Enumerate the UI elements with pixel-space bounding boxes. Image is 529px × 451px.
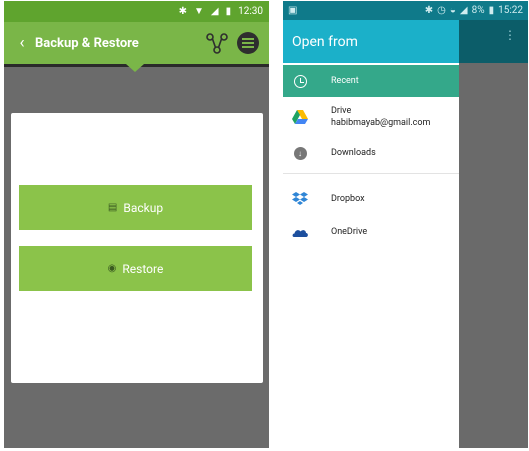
onedrive-icon [292, 230, 308, 237]
image-notification-icon: ▣ [288, 5, 298, 16]
backup-restore-screen: ✱ ▼ ◢ ▮ 12:30 ‹ Backup & Restore ▤ Backu… [4, 1, 269, 448]
back-icon[interactable]: ‹ [9, 33, 35, 53]
open-from-screen: ▣ ✱ ◷ ◒ ◢ 8% ▮ 15:22 ⋮ Open from Recent … [283, 1, 528, 448]
backup-card: ▤ Backup ◉ Restore [11, 113, 263, 383]
dropbox-icon [292, 192, 308, 205]
database-icon: ▤ [107, 202, 118, 213]
clock-icon [293, 74, 307, 88]
alarm-icon: ◷ [437, 5, 446, 16]
overflow-icon[interactable]: ⋮ [504, 29, 516, 41]
share-icon[interactable] [205, 31, 229, 55]
wifi-icon: ◒ [449, 5, 456, 16]
download-icon: ↓ [293, 146, 307, 160]
status-bar-right: ▣ ✱ ◷ ◒ ◢ 8% ▮ 15:22 [283, 1, 528, 20]
background-app-bar: ⋮ [459, 20, 528, 63]
app-bar: ‹ Backup & Restore [4, 22, 269, 64]
bluetooth-icon: ✱ [424, 5, 434, 16]
drawer-title: Open from [283, 20, 459, 63]
signal-icon: ◢ [210, 5, 219, 17]
restore-label: Restore [122, 261, 164, 276]
drawer-item-label: OneDrive [331, 227, 368, 237]
drawer-item-recent[interactable]: Recent [283, 65, 459, 97]
dropdown-indicator [126, 64, 144, 72]
battery-percent: 8% [471, 5, 485, 16]
battery-icon: ▮ [225, 5, 232, 17]
drawer-item-drive[interactable]: Drive habibmayab@gmail.com [283, 101, 459, 133]
drawer-item-label: Drive [331, 106, 352, 116]
drawer-divider [283, 173, 459, 174]
status-time: 15:22 [498, 5, 523, 16]
wifi-icon: ▼ [193, 5, 204, 17]
menu-icon[interactable] [237, 32, 259, 54]
backup-button[interactable]: ▤ Backup [19, 185, 252, 230]
restore-database-icon: ◉ [107, 263, 117, 274]
status-time: 12:30 [238, 6, 263, 17]
drawer-item-downloads[interactable]: ↓ Downloads [283, 138, 459, 168]
drawer-item-label: Downloads [331, 148, 376, 158]
drawer-item-label: Dropbox [331, 194, 365, 204]
restore-button[interactable]: ◉ Restore [19, 246, 252, 291]
drawer-item-onedrive[interactable]: OneDrive [283, 217, 459, 247]
status-bar: ✱ ▼ ◢ ▮ 12:30 [4, 1, 269, 22]
backup-label: Backup [123, 200, 164, 215]
battery-icon: ▮ [488, 5, 495, 16]
page-title: Backup & Restore [35, 35, 139, 51]
drive-account: habibmayab@gmail.com [331, 118, 431, 128]
bluetooth-icon: ✱ [178, 5, 187, 17]
signal-icon: ◢ [459, 5, 468, 16]
drive-icon [292, 110, 308, 124]
drawer-item-label: Recent [331, 76, 359, 86]
drawer-item-dropbox[interactable]: Dropbox [283, 184, 459, 214]
